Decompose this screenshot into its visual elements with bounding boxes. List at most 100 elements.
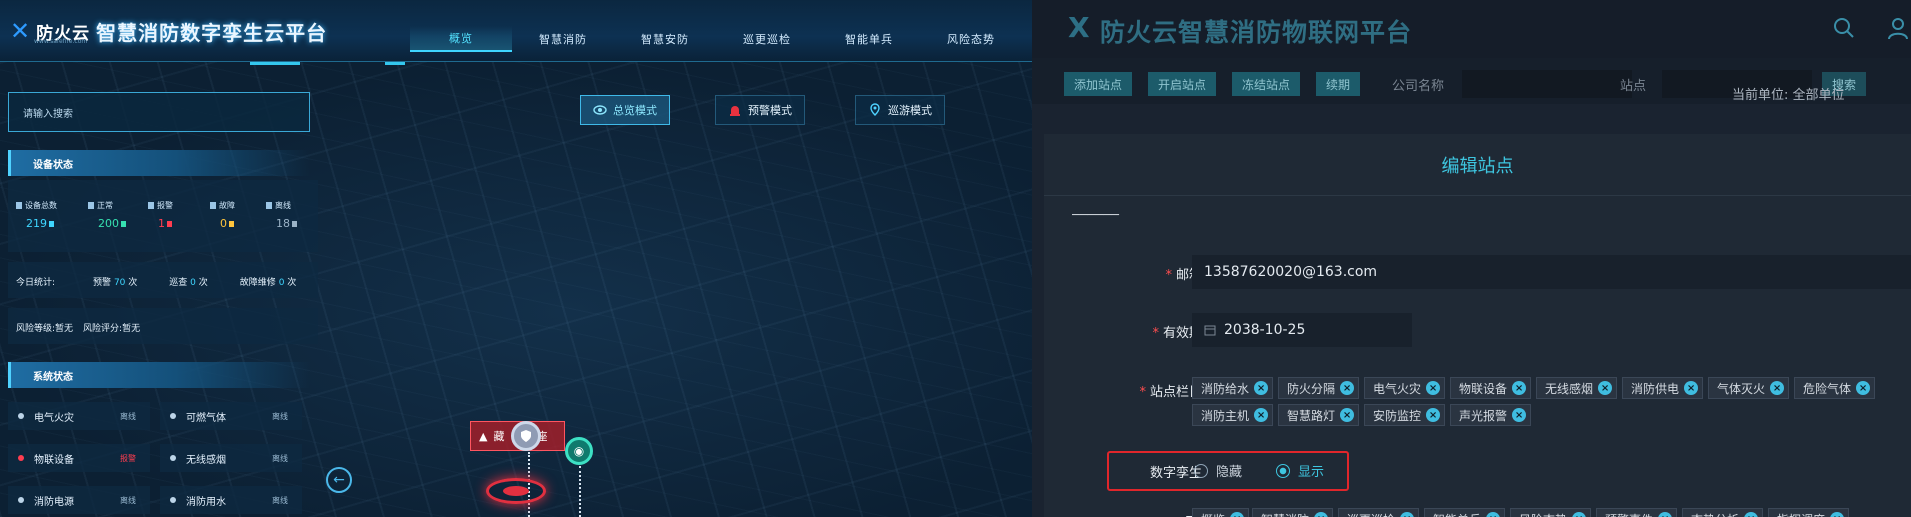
column-tag[interactable]: 气体灭火 ×	[1708, 377, 1790, 399]
offline-icon	[266, 202, 272, 209]
close-icon[interactable]: ×	[1400, 512, 1415, 517]
digital-twin-panel: ✕ 防火云 智慧消防数字孪生云平台 www.safefire.com 概览 智慧…	[0, 0, 1032, 517]
close-icon[interactable]: ×	[1340, 381, 1355, 395]
enable-site-button[interactable]: 开启站点	[1148, 72, 1217, 96]
screen-tag[interactable]: 智能单兵 ×	[1424, 508, 1506, 517]
close-icon[interactable]: ×	[1572, 512, 1587, 517]
risk-info: 风险等级:暂无 风险评分:暂无	[16, 321, 140, 334]
collapse-arrow-button[interactable]: ←	[326, 467, 352, 493]
close-icon[interactable]: ×	[1512, 381, 1527, 395]
tour-mode-button[interactable]: 巡游模式	[855, 95, 945, 125]
close-icon[interactable]: ×	[1598, 381, 1613, 395]
close-icon[interactable]: ×	[1830, 512, 1845, 517]
overview-mode-button[interactable]: 总览模式	[580, 95, 670, 125]
screen-tag[interactable]: 风险态势 ×	[1510, 508, 1592, 517]
warn-label: 预警	[93, 278, 112, 288]
screen-tag[interactable]: 巡更巡检 ×	[1338, 508, 1420, 517]
column-tag[interactable]: 无线感烟 ×	[1536, 377, 1618, 399]
screen-tag[interactable]: 概览 ×	[1192, 508, 1250, 517]
cut-off-label: ──────	[1072, 208, 1119, 216]
admin-platform-title: 防火云智慧消防物联网平台	[1100, 18, 1413, 47]
nav-tab-smart-fire[interactable]: 智慧消防	[512, 26, 614, 52]
warn-value: 70	[113, 278, 126, 288]
screen-tag[interactable]: 智慧消防 ×	[1252, 508, 1334, 517]
system-name: 消防电源	[34, 496, 74, 508]
close-icon[interactable]: ×	[1254, 408, 1269, 422]
stat-alarm-label: 报警	[157, 201, 173, 210]
company-name-input[interactable]	[1462, 70, 1632, 98]
column-tag[interactable]: 消防给水 ×	[1192, 377, 1274, 399]
shield-marker[interactable]	[511, 421, 541, 451]
column-tag[interactable]: 安防监控 ×	[1364, 404, 1446, 426]
close-icon[interactable]: ×	[1314, 512, 1329, 517]
company-name-label: 公司名称	[1392, 79, 1445, 94]
system-item-combustible-gas[interactable]: 可燃气体 离线	[160, 402, 302, 430]
expire-value: 2038-10-25	[1224, 322, 1306, 338]
close-icon[interactable]: ×	[1340, 408, 1355, 422]
tag-label: 智慧消防	[1261, 511, 1309, 517]
close-icon[interactable]: ×	[1426, 381, 1441, 395]
eye-icon	[593, 105, 607, 115]
status-dot	[170, 455, 176, 461]
nav-tab-overview[interactable]: 概览	[410, 26, 512, 52]
screen-tag[interactable]: 指挥调度 ×	[1768, 508, 1850, 517]
system-item-fire-water[interactable]: 消防用水 离线	[160, 486, 302, 514]
email-field[interactable]: 13587620020@163.com	[1192, 255, 1911, 289]
status-dot	[170, 413, 176, 419]
today-stats: 今日统计: 预警 70 次 巡查 0 次 故障维修 0 次	[16, 275, 296, 288]
column-tag[interactable]: 防火分隔 ×	[1278, 377, 1360, 399]
close-icon[interactable]: ×	[1486, 512, 1501, 517]
system-status: 离线	[272, 411, 288, 421]
column-tag[interactable]: 危险气体 ×	[1794, 377, 1876, 399]
radio-show[interactable]: 显示	[1276, 461, 1324, 480]
system-item-wireless-smoke[interactable]: 无线感烟 离线	[160, 444, 302, 472]
column-tag[interactable]: 电气火灾 ×	[1364, 377, 1446, 399]
camera-marker[interactable]: ◉	[565, 437, 593, 465]
nav-tab-smart-security[interactable]: 智慧安防	[614, 26, 716, 52]
expire-date-field[interactable]: 2038-10-25	[1192, 313, 1412, 347]
close-icon[interactable]: ×	[1856, 381, 1871, 395]
column-tag[interactable]: 物联设备 ×	[1450, 377, 1532, 399]
system-status: 报警	[120, 453, 136, 463]
close-icon[interactable]: ×	[1426, 408, 1441, 422]
tag-label: 智慧路灯	[1287, 408, 1336, 423]
close-icon[interactable]: ×	[1230, 512, 1245, 517]
system-name: 消防用水	[186, 496, 226, 508]
column-tag[interactable]: 声光报警 ×	[1450, 404, 1532, 426]
column-tag[interactable]: 智慧路灯 ×	[1278, 404, 1360, 426]
header-decoration	[385, 62, 405, 65]
system-item-iot-device[interactable]: 物联设备 报警	[8, 444, 150, 472]
add-site-button[interactable]: 添加站点	[1064, 72, 1133, 96]
header-decoration	[250, 62, 300, 65]
alarm-ring-core	[503, 486, 529, 496]
close-icon[interactable]: ×	[1770, 381, 1785, 395]
column-tag[interactable]: 消防供电 ×	[1622, 377, 1704, 399]
search-input[interactable]: 请输入搜索	[8, 92, 310, 132]
close-icon[interactable]: ×	[1684, 381, 1699, 395]
close-icon[interactable]: ×	[1512, 408, 1527, 422]
system-item-fire-power[interactable]: 消防电源 离线	[8, 486, 150, 514]
column-tag[interactable]: 消防主机 ×	[1192, 404, 1274, 426]
system-name: 可燃气体	[186, 412, 226, 424]
close-icon[interactable]: ×	[1254, 381, 1269, 395]
freeze-site-button[interactable]: 冻结站点	[1232, 72, 1301, 96]
screen-tag[interactable]: 态势分析 ×	[1682, 508, 1764, 517]
top-header: ✕ 防火云 智慧消防数字孪生云平台 www.safefire.com 概览 智慧…	[0, 0, 1032, 62]
screen-tag[interactable]: 预警事件 ×	[1596, 508, 1678, 517]
close-icon[interactable]: ×	[1658, 512, 1673, 517]
dialog-title: 编辑站点	[1044, 134, 1911, 196]
radio-circle	[1194, 463, 1208, 478]
nav-tab-soldier[interactable]: 智能单兵	[818, 26, 920, 52]
user-icon[interactable]	[1886, 16, 1910, 40]
nav-tab-risk[interactable]: 风险态势	[920, 26, 1022, 52]
device-status-title: 设备状态	[33, 159, 73, 171]
warning-mode-button[interactable]: 预警模式	[715, 95, 805, 125]
radio-hide[interactable]: 隐藏	[1194, 461, 1242, 480]
search-icon[interactable]	[1832, 16, 1856, 40]
marker-label: 藏	[493, 430, 505, 443]
close-icon[interactable]: ×	[1744, 512, 1759, 517]
system-item-electrical-fire[interactable]: 电气火灾 离线	[8, 402, 150, 430]
logo-x-icon: ✕	[10, 17, 31, 45]
renew-button[interactable]: 续期	[1316, 72, 1361, 96]
nav-tab-patrol[interactable]: 巡更巡检	[716, 26, 818, 52]
